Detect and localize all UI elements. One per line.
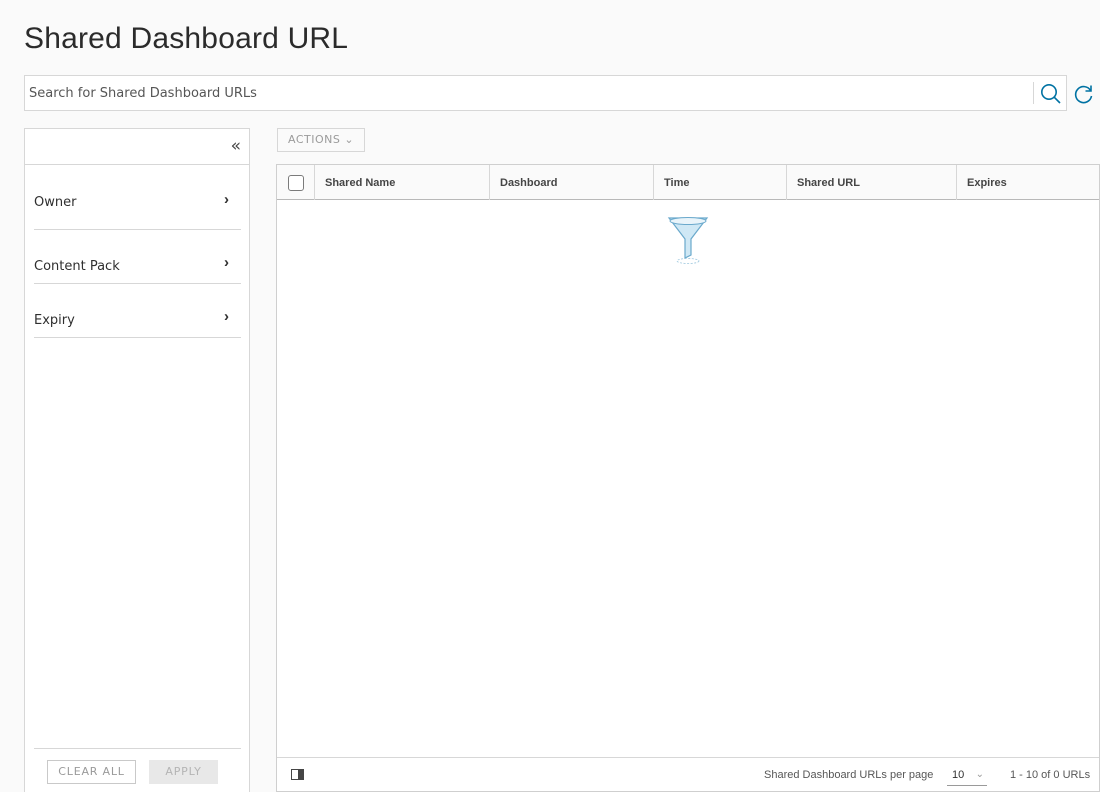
select-all-checkbox[interactable] xyxy=(288,175,304,191)
data-grid: Shared Name Dashboard Time Shared URL Ex… xyxy=(276,164,1100,792)
clear-all-button[interactable]: CLEAR ALL xyxy=(47,760,136,784)
per-page-value: 10 xyxy=(952,769,965,781)
filter-footer-divider xyxy=(34,748,241,749)
page-title: Shared Dashboard URL xyxy=(24,22,349,55)
column-header-dashboard[interactable]: Dashboard xyxy=(489,165,653,200)
refresh-button[interactable] xyxy=(1072,80,1096,108)
apply-button[interactable]: APPLY xyxy=(149,760,218,784)
column-header-expires[interactable]: Expires xyxy=(956,165,1100,200)
filter-item-label: Owner xyxy=(34,195,77,210)
column-header-time[interactable]: Time xyxy=(653,165,786,200)
search-bar xyxy=(24,75,1067,111)
grid-header: Shared Name Dashboard Time Shared URL Ex… xyxy=(277,165,1099,200)
chevron-right-icon: › xyxy=(224,254,229,271)
filter-item-owner[interactable]: Owner › xyxy=(34,165,241,230)
column-header-shared-url[interactable]: Shared URL xyxy=(786,165,956,200)
search-input[interactable] xyxy=(25,76,1033,110)
page: Shared Dashboard URL « Owner › Content xyxy=(0,0,1100,792)
column-header-shared-name[interactable]: Shared Name xyxy=(314,165,489,200)
empty-filter-icon xyxy=(667,217,709,264)
chevron-down-icon: ⌄ xyxy=(975,769,984,780)
column-header-label: Shared URL xyxy=(797,177,860,189)
filter-item-label: Expiry xyxy=(34,313,75,328)
chevron-right-icon: › xyxy=(224,191,229,208)
filter-item-expiry[interactable]: Expiry › xyxy=(34,284,241,338)
collapse-left-icon[interactable]: « xyxy=(231,136,241,156)
actions-button[interactable]: ACTIONS ⌄ xyxy=(277,128,365,152)
refresh-icon xyxy=(1074,85,1093,104)
filter-item-label: Content Pack xyxy=(34,259,120,274)
pagination-count: 1 - 10 of 0 URLs xyxy=(1010,769,1091,781)
grid-footer: Shared Dashboard URLs per page 10 ⌄ 1 - … xyxy=(277,757,1099,791)
filter-list: Owner › Content Pack › Expiry › xyxy=(25,165,249,338)
column-header-label: Dashboard xyxy=(500,177,558,189)
column-toggle-icon[interactable] xyxy=(291,769,304,780)
per-page-label: Shared Dashboard URLs per page xyxy=(764,769,934,781)
filter-panel: « Owner › Content Pack › Expiry › CLEAR … xyxy=(24,128,250,792)
search-icon xyxy=(1041,84,1061,104)
search-divider xyxy=(1033,82,1034,104)
search-button[interactable] xyxy=(1037,80,1065,108)
chevron-right-icon: › xyxy=(224,308,229,325)
column-header-label: Time xyxy=(664,177,690,189)
filter-item-content-pack[interactable]: Content Pack › xyxy=(34,230,241,284)
column-header-label: Shared Name xyxy=(325,177,396,189)
filter-panel-header: « xyxy=(25,129,249,165)
per-page-select[interactable]: 10 ⌄ xyxy=(947,764,987,786)
column-header-label: Expires xyxy=(967,177,1007,189)
